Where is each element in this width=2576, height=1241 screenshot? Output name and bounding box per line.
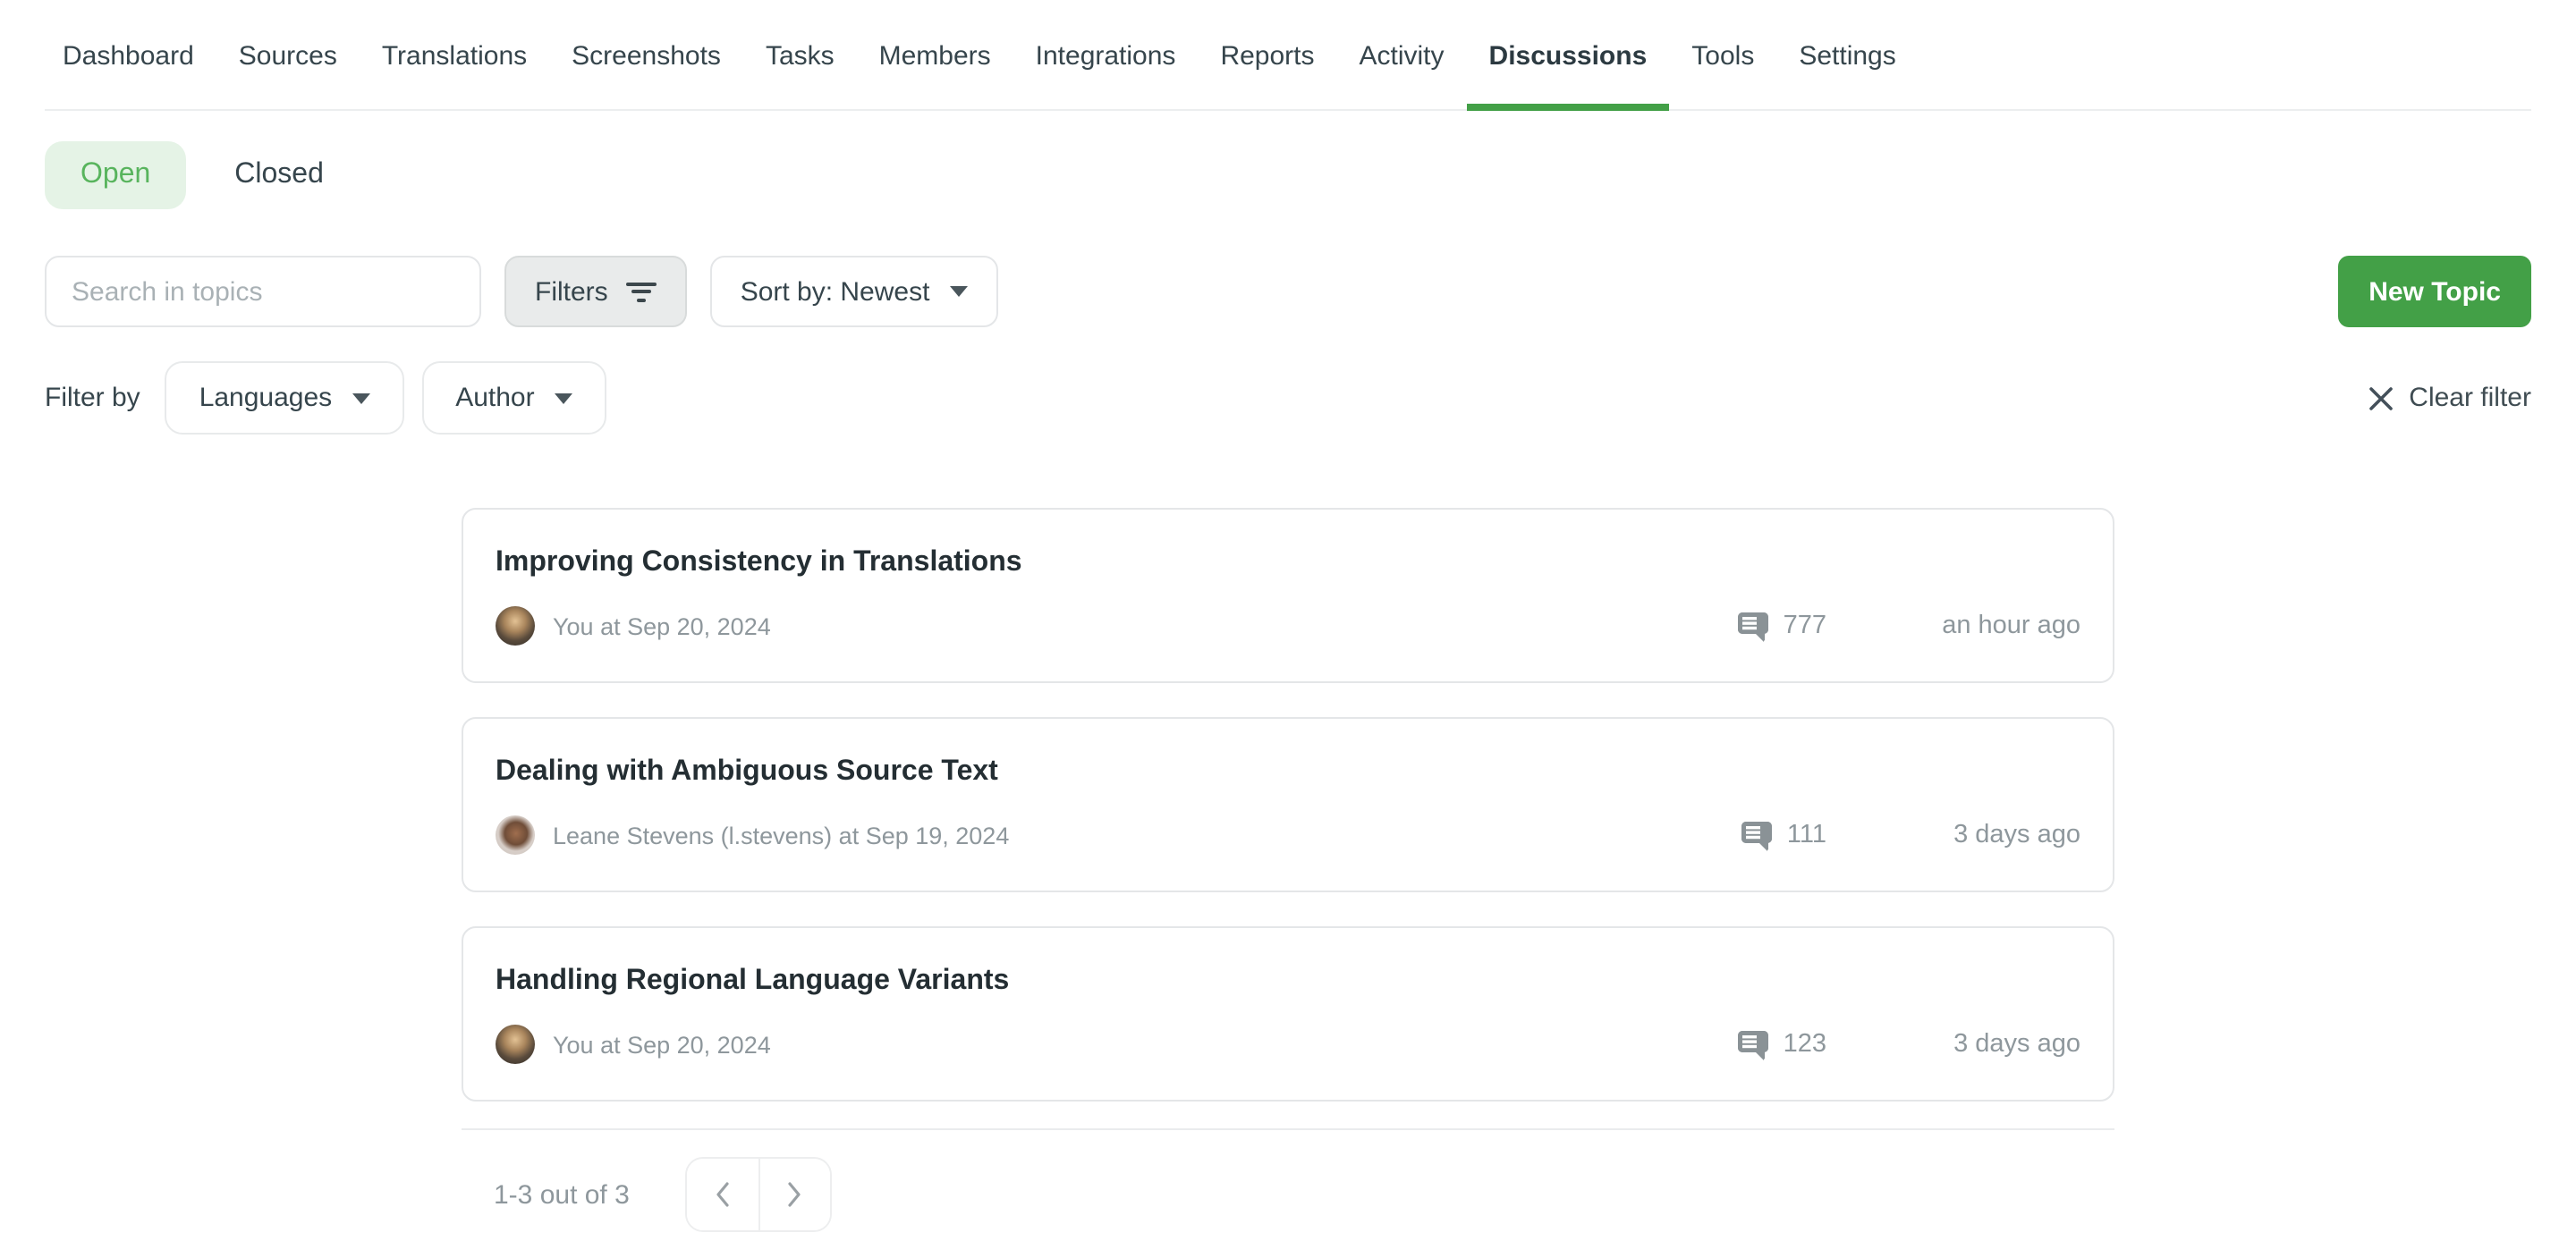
nav-item-label: Sources [239, 40, 337, 71]
topic-title[interactable]: Dealing with Ambiguous Source Text [496, 753, 2080, 792]
tab-open[interactable]: Open [45, 141, 186, 209]
nav-item-dashboard[interactable]: Dashboard [63, 0, 194, 111]
topic-meta: Leane Stevens (l.stevens) at Sep 19, 202… [496, 814, 2080, 857]
nav-item-label: Reports [1220, 40, 1314, 71]
chevron-right-icon [788, 1182, 802, 1207]
comment-count-group: 111 [1741, 819, 1826, 851]
topic-author-line: You at Sep 20, 2024 [553, 612, 1737, 639]
author-dropdown-label: Author [455, 383, 534, 413]
languages-dropdown[interactable]: Languages [165, 361, 404, 435]
sort-dropdown-label: Sort by: Newest [741, 276, 930, 307]
topic-meta: You at Sep 20, 2024 777 an hour ago [496, 604, 2080, 647]
tab-closed[interactable]: Closed [234, 159, 324, 191]
clear-filter-label: Clear filter [2409, 383, 2531, 413]
topic-card[interactable]: Handling Regional Language Variants You … [462, 926, 2114, 1102]
close-icon [2368, 385, 2393, 410]
filter-lines-icon [626, 282, 657, 301]
previous-page-button[interactable] [687, 1159, 758, 1230]
topic-meta: You at Sep 20, 2024 123 3 days ago [496, 1023, 2080, 1066]
nav-item-label: Integrations [1036, 40, 1176, 71]
primary-nav: Dashboard Sources Translations Screensho… [0, 0, 2576, 111]
chevron-down-icon [555, 393, 572, 403]
comment-bubble-icon [1741, 819, 1773, 851]
filter-by-label: Filter by [45, 383, 140, 413]
avatar [496, 1025, 535, 1064]
nav-item-translations[interactable]: Translations [382, 0, 527, 111]
avatar [496, 606, 535, 646]
filter-bar: Filter by Languages Author Clear filter [0, 361, 2576, 435]
comment-count-group: 777 [1737, 610, 1826, 642]
nav-item-label: Dashboard [63, 40, 194, 71]
avatar [496, 815, 535, 855]
discussions-page: Dashboard Sources Translations Screensho… [0, 0, 2576, 1241]
comment-bubble-icon [1737, 610, 1769, 642]
topic-title[interactable]: Improving Consistency in Translations [496, 544, 2080, 583]
filters-button[interactable]: Filters [504, 256, 687, 327]
toolbar: Filters Sort by: Newest New Topic [0, 256, 2576, 327]
topic-list: Improving Consistency in Translations Yo… [462, 508, 2114, 1102]
languages-dropdown-label: Languages [199, 383, 333, 413]
comment-bubble-icon [1737, 1028, 1769, 1060]
comment-count: 777 [1784, 612, 1826, 640]
nav-item-label: Members [879, 40, 991, 71]
chevron-down-icon [352, 393, 369, 403]
filters-button-label: Filters [535, 276, 608, 307]
time-ago: an hour ago [1826, 612, 2080, 640]
nav-item-settings[interactable]: Settings [1799, 0, 1895, 111]
nav-item-label: Tasks [766, 40, 835, 71]
nav-item-label: Activity [1360, 40, 1445, 71]
nav-item-reports[interactable]: Reports [1220, 0, 1314, 111]
new-topic-button[interactable]: New Topic [2338, 256, 2531, 327]
time-ago: 3 days ago [1826, 1030, 2080, 1059]
sort-dropdown[interactable]: Sort by: Newest [710, 256, 998, 327]
topic-title[interactable]: Handling Regional Language Variants [496, 962, 2080, 1001]
nav-item-screenshots[interactable]: Screenshots [572, 0, 721, 111]
comment-count: 123 [1784, 1030, 1826, 1059]
nav-item-label: Screenshots [572, 40, 721, 71]
nav-item-label: Translations [382, 40, 527, 71]
nav-item-label: Settings [1799, 40, 1895, 71]
chevron-down-icon [949, 286, 967, 297]
comment-count-group: 123 [1737, 1028, 1826, 1060]
pager-group [685, 1157, 832, 1232]
topic-author-line: Leane Stevens (l.stevens) at Sep 19, 202… [553, 822, 1741, 848]
nav-item-discussions[interactable]: Discussions [1489, 0, 1648, 111]
page-summary: 1-3 out of 3 [494, 1179, 630, 1210]
author-dropdown[interactable]: Author [421, 361, 606, 435]
list-divider [462, 1128, 2114, 1130]
nav-item-label: Tools [1691, 40, 1754, 71]
topic-author-line: You at Sep 20, 2024 [553, 1031, 1737, 1058]
nav-item-tools[interactable]: Tools [1691, 0, 1754, 111]
chevron-left-icon [716, 1182, 730, 1207]
nav-item-tasks[interactable]: Tasks [766, 0, 835, 111]
nav-item-label: Discussions [1489, 40, 1648, 71]
topic-card[interactable]: Improving Consistency in Translations Yo… [462, 508, 2114, 683]
nav-item-integrations[interactable]: Integrations [1036, 0, 1176, 111]
nav-item-members[interactable]: Members [879, 0, 991, 111]
clear-filter-button[interactable]: Clear filter [2368, 383, 2531, 413]
pagination: 1-3 out of 3 [462, 1157, 2114, 1232]
status-tabs: Open Closed [0, 111, 2576, 209]
comment-count: 111 [1787, 821, 1826, 849]
nav-item-sources[interactable]: Sources [239, 0, 337, 111]
search-input[interactable] [45, 256, 481, 327]
topic-card[interactable]: Dealing with Ambiguous Source Text Leane… [462, 717, 2114, 892]
next-page-button[interactable] [758, 1159, 830, 1230]
nav-item-activity[interactable]: Activity [1360, 0, 1445, 111]
time-ago: 3 days ago [1826, 821, 2080, 849]
